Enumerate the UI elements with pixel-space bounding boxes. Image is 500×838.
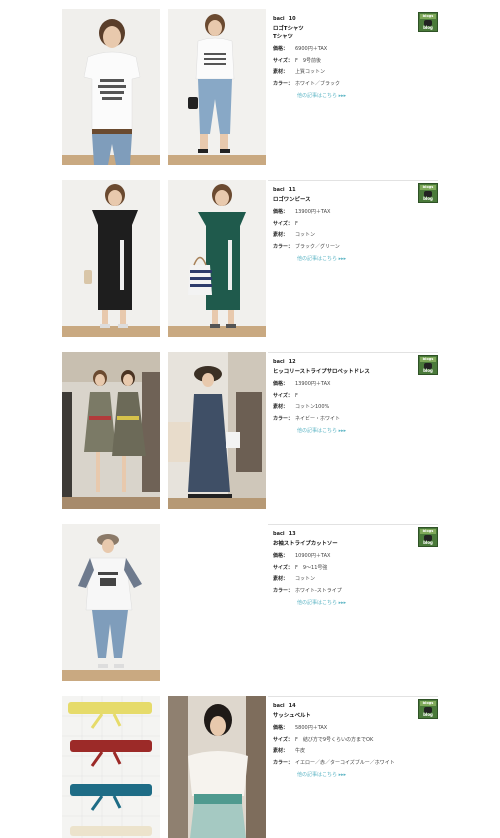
product-number: 11 (288, 187, 296, 193)
spec-price: 価格： 13900円＋TAX (273, 209, 331, 215)
product-photo[interactable] (62, 524, 160, 681)
product-row: baci 14 サッシュベルト 価格： 5800円＋TAX サイズ： F 結び方で9号… (62, 696, 438, 838)
brand-line: baci 12 (273, 359, 423, 366)
divider (268, 696, 438, 697)
spec-size: サイズ： F 結び方で9号くらいの方までOK (273, 736, 374, 743)
spec-color: カラー： ホワイト-ストライプ (273, 588, 342, 595)
spec-list: 価格： 10900円＋TAX サイズ： F 9〜11号強 素材： コットン カラー：ホ… (273, 553, 423, 595)
spec-size: サイズ： F (273, 392, 298, 399)
product-name: サッシュベルト (273, 712, 423, 720)
product-info: baci 14 サッシュベルト 価格： 5800円＋TAX サイズ： F 結び方で9号… (273, 703, 423, 779)
blog-icon[interactable]: blogs blog (418, 183, 438, 203)
product-name-line: ロゴTシャツ (273, 26, 304, 32)
product-photo[interactable] (62, 696, 160, 838)
product-row: baci 10 ロゴTシャツ Tシャツ 価格： 6900円＋TAX サイズ： F 9号… (62, 9, 438, 169)
blog-icon-label: blog (423, 540, 433, 545)
spec-color: カラー： ホワイト／ブラック (273, 81, 341, 88)
brand-line: baci 10 (273, 16, 423, 23)
spec-size: サイズ： F (273, 220, 298, 227)
product-name: お袖ストライプカットソー (273, 540, 423, 548)
spec-material: 素材： 牛皮 (273, 748, 306, 755)
brand: baci (273, 16, 285, 22)
blog-icon-top: blogs (420, 529, 436, 534)
product-photo[interactable] (62, 352, 160, 509)
product-number: 10 (288, 16, 296, 22)
product-name-line: Tシャツ (273, 34, 293, 40)
brand-line: baci 13 (273, 531, 423, 538)
spec-material: 素材： コットン (273, 576, 316, 583)
brand-line: baci 11 (273, 187, 423, 194)
product-photo[interactable] (168, 352, 266, 509)
spec-size: サイズ： F 9号前後 (273, 57, 322, 64)
blog-icon[interactable]: blogs blog (418, 12, 438, 32)
spec-list: 価格： 5800円＋TAX サイズ： F 結び方で9号くらいの方までOK 素材： 牛皮… (273, 725, 423, 767)
product-photo[interactable] (168, 696, 266, 838)
product-row: baci 11 ロゴワンピース 価格： 13900円＋TAX サイズ： F 素材： コッ… (62, 180, 438, 340)
product-number: 14 (288, 703, 296, 709)
blog-icon-label: blog (423, 25, 433, 30)
product-name: ヒッコリーストライプサロペットドレス (273, 368, 423, 376)
product-info: baci 11 ロゴワンピース 価格： 13900円＋TAX サイズ： F 素材： コッ… (273, 187, 423, 263)
product-name-line: お袖ストライプカットソー (273, 541, 338, 547)
blog-icon[interactable]: blogs blog (418, 355, 438, 375)
brand: baci (273, 187, 285, 193)
divider (268, 352, 438, 353)
product-name-line: サッシュベルト (273, 713, 311, 719)
blog-icon-label: blog (423, 712, 433, 717)
product-number: 12 (288, 359, 296, 365)
blog-icon-label: blog (423, 368, 433, 373)
blog-icon-top: blogs (420, 701, 436, 706)
brand-line: baci 14 (273, 703, 423, 710)
spec-size: サイズ： F 9〜11号強 (273, 564, 328, 571)
product-photo[interactable] (168, 9, 266, 165)
spec-material: 素材： 上質コットン (273, 69, 326, 76)
blog-icon[interactable]: blogs blog (418, 527, 438, 547)
product-info: baci 10 ロゴTシャツ Tシャツ 価格： 6900円＋TAX サイズ： F 9号… (273, 16, 423, 100)
page: { "blog_icon": { "top_text": "blogs", "l… (0, 0, 500, 838)
spec-color: カラー： イエロー／赤／ターコイズブルー／ホワイト (273, 760, 395, 767)
product-photo[interactable] (62, 180, 160, 337)
spec-price: 価格： 6900円＋TAX (273, 46, 328, 52)
product-info: baci 13 お袖ストライプカットソー 価格： 10900円＋TAX サイズ： F … (273, 531, 423, 607)
spec-material: 素材： コットン (273, 232, 316, 239)
spec-color: カラー： ネイビー・ホワイト (273, 416, 341, 423)
product-photo[interactable] (62, 9, 160, 165)
blog-icon-label: blog (423, 196, 433, 201)
spec-list: 価格： 13900円＋TAX サイズ： F 素材： コットン カラー： ブラック／グリー… (273, 209, 423, 251)
more-articles-link[interactable]: 他の記事はこちら ▸▸▸ (297, 772, 423, 779)
blog-icon-top: blogs (420, 357, 436, 362)
product-number: 13 (288, 531, 296, 537)
more-articles-link[interactable]: 他の記事はこちら ▸▸▸ (297, 93, 423, 100)
product-row: baci 13 お袖ストライプカットソー 価格： 10900円＋TAX サイズ： F … (62, 524, 438, 684)
blog-icon-top: blogs (420, 14, 436, 19)
blog-icon-top: blogs (420, 185, 436, 190)
spec-material: 素材： コットン100% (273, 404, 330, 411)
product-info: baci 12 ヒッコリーストライプサロペットドレス 価格： 13900円＋TAX … (273, 359, 423, 435)
spec-price: 価格： 5800円＋TAX (273, 725, 328, 731)
spec-list: 価格： 6900円＋TAX サイズ： F 9号前後 素材： 上質コットン カラー： ホワ… (273, 46, 423, 88)
spec-color: カラー： ブラック／グリーン (273, 244, 340, 251)
spec-price: 価格： 10900円＋TAX (273, 553, 331, 559)
more-articles-link[interactable]: 他の記事はこちら ▸▸▸ (297, 428, 423, 435)
product-row: baci 12 ヒッコリーストライプサロペットドレス 価格： 13900円＋TAX … (62, 352, 438, 512)
product-name: ロゴワンピース (273, 196, 423, 204)
spec-list: 価格： 13900円＋TAX サイズ： F 素材： コットン100% カラー： ネイビー… (273, 381, 423, 423)
brand: baci (273, 531, 285, 537)
brand: baci (273, 703, 285, 709)
product-photo[interactable] (168, 180, 266, 337)
divider (268, 524, 438, 525)
product-name: ロゴTシャツ Tシャツ (273, 25, 423, 41)
brand: baci (273, 359, 285, 365)
blog-icon[interactable]: blogs blog (418, 699, 438, 719)
more-articles-link[interactable]: 他の記事はこちら ▸▸▸ (297, 256, 423, 263)
spec-price: 価格： 13900円＋TAX (273, 381, 331, 387)
product-name-line: ロゴワンピース (273, 197, 311, 203)
divider (268, 180, 438, 181)
product-name-line: ヒッコリーストライプサロペットドレス (273, 369, 370, 375)
more-articles-link[interactable]: 他の記事はこちら ▸▸▸ (297, 600, 423, 607)
